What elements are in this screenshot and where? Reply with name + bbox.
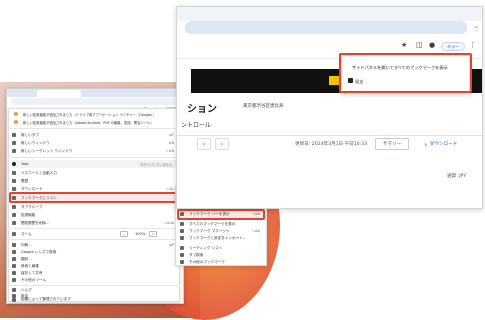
small-address-bar[interactable] [11,98,181,105]
prev-button[interactable]: ‹ [197,138,211,150]
incognito-icon [12,149,16,153]
menu-extensions[interactable]: 拡張機能 [12,211,178,219]
menu-managed[interactable]: 組織によって管理されています [12,297,178,302]
profile-icon[interactable]: ● [429,41,435,49]
chevron-down-icon[interactable]: ⌄ [474,23,479,30]
more-menu-icon[interactable]: ⋮ [469,41,476,49]
section-label: ントロール [181,122,212,129]
zoom-out-button[interactable]: − [120,231,128,237]
menu-update-2[interactable]: 新しい拡張機能が追加されました（Adobe Acrobat：PDF の編集、変換… [14,118,154,126]
download-label: ダウンロード [429,142,458,147]
zoom-icon [12,232,16,236]
highlight-box-popup [339,53,472,93]
new-tab-icon [12,133,16,137]
divider [177,135,482,136]
download-button[interactable]: ⤓ ダウンロード [415,138,467,150]
divider [8,157,180,158]
trash-icon [12,221,16,225]
zoomed-browser-window: ⌄ ★ ◫ ● ネラー ⋮ こち ション 東京都渋谷区恵比寿 ントロール ‹ ›… [176,6,483,209]
bookmarks-icon [180,222,184,226]
new-window-icon [12,141,16,145]
currency-label: 通貨: JPY [447,174,467,179]
divider [8,228,180,229]
download-icon: ⤓ [424,142,427,147]
avatar [12,162,16,166]
menu-zoom-label: ズーム [12,230,32,238]
history-icon [12,179,16,183]
updated-timestamp: 更新日: 2024年3月1日 午前10:33 [295,142,367,147]
menu-update-1[interactable]: 新しい拡張機能が追加されました（ドライブ用アプリケーション ランチャー（Goog… [14,110,156,118]
menu-new-tab[interactable]: 新しいタブ ⌘T [12,131,178,139]
menu-more-tools[interactable]: その他のツール [12,276,178,284]
building-icon [12,297,16,302]
reading-list-icon [180,246,184,250]
menu-profile[interactable]: Yato ログインしていません [12,160,178,168]
manager-icon [180,229,184,233]
menu-tab-groups[interactable]: タブグループ [12,203,178,211]
search-icon [12,264,16,268]
update-dot-icon [14,120,18,124]
tools-icon [12,278,16,282]
menu-new-incognito[interactable]: 新しいシークレット ウィンドウ ⇧⌘N [12,147,178,155]
search-icon [180,253,184,257]
menu-clear-data[interactable]: 閲覧履歴を削除... ⇧⌘⌫ [12,219,178,227]
share-icon [12,271,16,275]
update-dot-icon [14,112,18,116]
puzzle-icon [12,213,16,217]
zoom-in-button[interactable]: + [149,231,157,237]
highlight-box-bookmark-bar [177,209,265,220]
small-tab[interactable] [37,90,81,97]
print-icon [12,243,16,247]
menu-history[interactable]: 履歴 [12,177,178,185]
menu-passwords[interactable]: パスワードと自動入力 [12,169,178,177]
tab-group-icon [12,205,16,209]
lens-icon [12,250,16,254]
divider [8,128,180,129]
menu-new-window[interactable]: 新しいウィンドウ ⌘N [12,139,178,147]
highlight-box-bookmarks [9,192,179,203]
page-title: ション [187,104,217,115]
folder-icon [180,260,184,264]
window-top-bar [177,7,482,21]
submenu-import[interactable]: ブックマークと設定をインポート... [180,234,264,242]
small-tab-bar [7,89,183,97]
page-address: 東京都渋谷区恵比寿 [243,104,284,109]
user-chip[interactable]: ネラー [441,42,465,51]
download-icon [12,187,16,191]
submenu-other-bookmarks[interactable]: その他のブックマーク [180,258,264,266]
star-icon[interactable]: ★ [401,41,407,49]
key-icon [12,171,16,175]
summary-button[interactable]: サマリー [375,138,409,150]
next-button[interactable]: › [215,138,229,150]
translate-icon [12,257,16,261]
import-icon [180,236,184,240]
divider [8,239,180,240]
address-bar[interactable] [185,21,467,34]
zoom-value: 100% [135,232,146,236]
sidepanel-icon[interactable]: ◫ [416,41,423,49]
